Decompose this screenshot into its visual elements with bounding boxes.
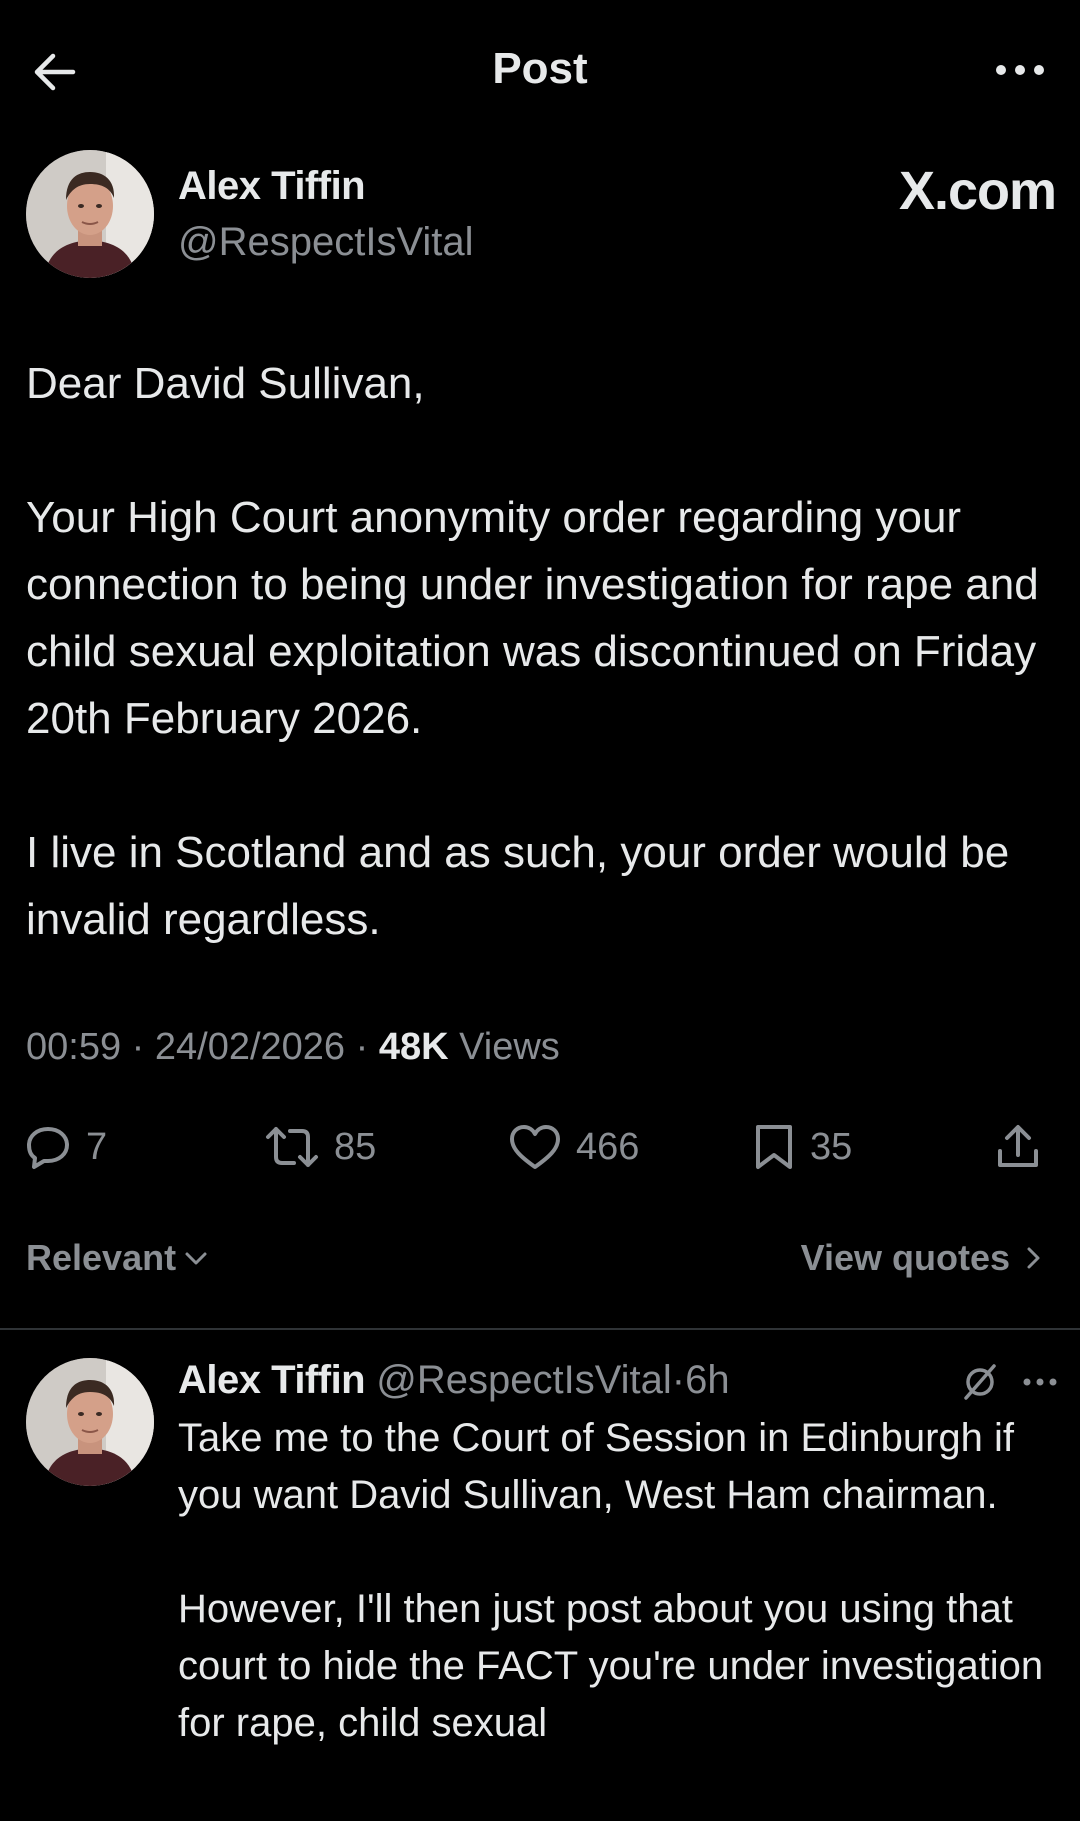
reply-text: Take me to the Court of Session in Edinb…: [178, 1416, 1044, 1745]
chevron-right-icon: [1027, 1247, 1040, 1269]
repost-button[interactable]: 85: [264, 1115, 376, 1179]
meta-separator: ·: [355, 1026, 369, 1068]
reply-button[interactable]: 7: [24, 1115, 107, 1179]
divider: [0, 1328, 1080, 1330]
avatar[interactable]: [26, 150, 154, 278]
post-text: Dear David Sullivan, Your High Court ano…: [26, 359, 1039, 944]
bookmark-button[interactable]: 35: [752, 1115, 852, 1179]
relevant-label: Relevant: [26, 1237, 177, 1278]
reply-time: 6h: [685, 1358, 730, 1402]
view-quotes-link[interactable]: View quotes: [801, 1237, 1046, 1279]
more-icon[interactable]: [1022, 1377, 1058, 1387]
like-icon: [510, 1125, 560, 1169]
post-date: 24/02/2026: [154, 1026, 346, 1068]
bookmark-count: 35: [810, 1125, 853, 1168]
action-bar: 7 85 466 35: [0, 1115, 1080, 1179]
repost-icon: [266, 1127, 318, 1167]
page-title: Post: [492, 44, 588, 93]
reply-icons: [960, 1362, 1058, 1402]
post-meta: 00:59 · 24/02/2026 · 48K Views: [26, 1026, 560, 1069]
post-author: Alex Tiffin @RespectIsVital X.com: [26, 150, 1057, 290]
meta-separator: ·: [131, 1026, 145, 1068]
repost-count: 85: [334, 1125, 377, 1168]
more-button[interactable]: [990, 50, 1050, 90]
reply-author-name[interactable]: Alex Tiffin: [178, 1358, 366, 1402]
more-icon: [996, 65, 1044, 75]
xcom-watermark: X.com: [898, 161, 1057, 221]
grok-icon[interactable]: [960, 1362, 1000, 1402]
reply-author-handle[interactable]: @RespectIsVital: [376, 1358, 672, 1402]
sort-row: Relevant View quotes: [26, 1237, 1046, 1287]
author-handle[interactable]: @RespectIsVital: [178, 220, 474, 265]
reply-icon: [27, 1127, 69, 1169]
share-icon: [998, 1125, 1038, 1167]
view-quotes-label: View quotes: [800, 1237, 1010, 1278]
reply-header: Alex Tiffin @RespectIsVital·6h: [178, 1358, 1058, 1403]
bookmark-icon: [756, 1125, 792, 1169]
author-name[interactable]: Alex Tiffin: [178, 164, 366, 209]
views-label: Views: [459, 1026, 560, 1068]
reply-count: 7: [86, 1125, 108, 1168]
chevron-down-icon: [185, 1252, 207, 1265]
post-time: 00:59: [26, 1026, 122, 1068]
reply-separator: ·: [671, 1358, 686, 1402]
relevant-dropdown[interactable]: Relevant: [26, 1237, 210, 1279]
views-count: 48K: [378, 1026, 449, 1068]
like-button[interactable]: 466: [508, 1115, 639, 1179]
top-bar: Post: [0, 0, 1080, 140]
avatar[interactable]: [26, 1358, 154, 1486]
like-count: 466: [576, 1125, 640, 1168]
share-button[interactable]: [994, 1115, 1056, 1179]
